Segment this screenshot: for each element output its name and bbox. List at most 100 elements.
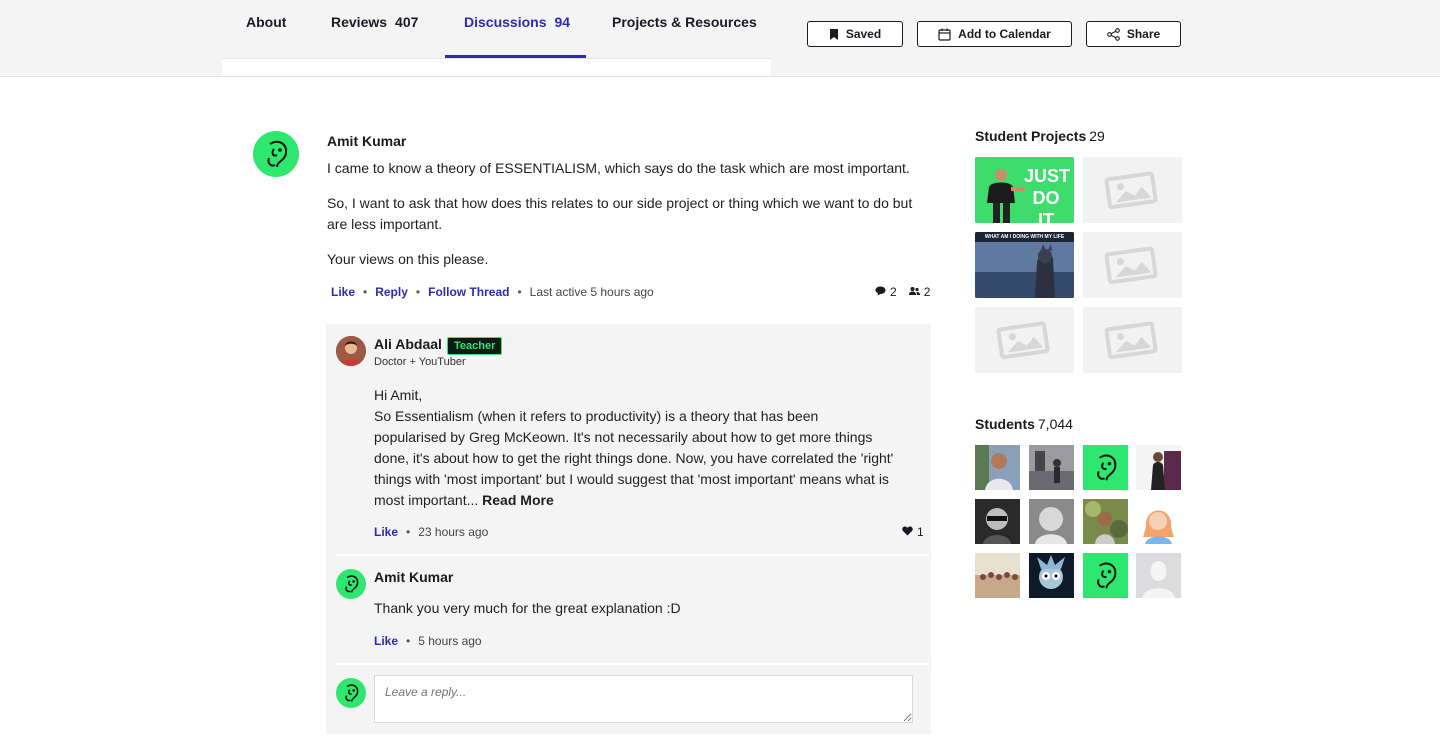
tab-reviews[interactable]: Reviews 407 xyxy=(331,14,418,30)
student-avatar[interactable] xyxy=(1083,553,1128,598)
like-button[interactable]: Like xyxy=(374,634,398,648)
current-user-avatar xyxy=(336,678,366,708)
share-label: Share xyxy=(1126,27,1161,41)
teacher-avatar[interactable] xyxy=(336,336,366,366)
separator-dot: • xyxy=(415,285,421,299)
project-thumbnail[interactable]: JUST DO IT xyxy=(975,157,1074,223)
tab-discussions[interactable]: Discussions 94 xyxy=(464,14,570,30)
student-avatar[interactable] xyxy=(1083,445,1128,490)
student-avatar[interactable] xyxy=(975,445,1020,490)
reply-button[interactable]: Reply xyxy=(375,285,408,299)
project-placeholder[interactable] xyxy=(1083,307,1182,373)
follow-thread-button[interactable]: Follow Thread xyxy=(428,285,509,299)
project-placeholder[interactable] xyxy=(1083,232,1182,298)
tab-about[interactable]: About xyxy=(246,14,286,30)
active-tab-indicator xyxy=(445,55,586,58)
calendar-label: Add to Calendar xyxy=(958,27,1051,41)
post-author-name[interactable]: Amit Kumar xyxy=(327,133,406,149)
face-logo-icon xyxy=(1083,553,1128,598)
tab-label: About xyxy=(246,14,287,30)
author-avatar[interactable] xyxy=(253,131,299,177)
comment-icon xyxy=(875,285,886,299)
image-placeholder-icon xyxy=(1104,171,1157,210)
student-avatar[interactable] xyxy=(975,553,1020,598)
default-avatar-icon xyxy=(1136,553,1181,598)
student-projects-count: 29 xyxy=(1089,128,1105,144)
project-thumbnail-text: WHAT AM I DOING WITH MY LIFE xyxy=(984,234,1065,240)
read-more-link[interactable]: Read More xyxy=(482,492,554,508)
student-photo xyxy=(1083,499,1128,544)
face-logo-icon xyxy=(1083,445,1128,490)
student-avatar[interactable] xyxy=(1083,499,1128,544)
student-avatar[interactable] xyxy=(1136,445,1181,490)
project-placeholder[interactable] xyxy=(975,307,1074,373)
tab-count: 407 xyxy=(395,14,419,30)
post-paragraph: I came to know a theory of ESSENTIALISM,… xyxy=(327,160,910,176)
separator-dot: • xyxy=(406,634,411,648)
project-thumbnail-text: JUST DO IT xyxy=(1024,166,1071,223)
tab-label: Projects & Resources xyxy=(612,14,757,30)
student-photo xyxy=(975,445,1020,490)
reply-author-subtitle: Doctor + YouTuber xyxy=(374,356,466,368)
reply-divider xyxy=(336,554,929,556)
reply-actions: Like • 5 hours ago xyxy=(374,634,482,648)
image-placeholder-icon xyxy=(1104,321,1157,360)
student-avatar[interactable] xyxy=(1029,499,1074,544)
share-button[interactable]: Share xyxy=(1086,21,1181,47)
post-paragraph: So, I want to ask that how does this rel… xyxy=(327,195,913,232)
students-title: Students xyxy=(975,416,1035,432)
reply-input[interactable] xyxy=(374,675,913,723)
separator-dot: • xyxy=(517,285,522,299)
student-avatar[interactable] xyxy=(1029,553,1074,598)
reply-likes: 1 xyxy=(902,525,924,539)
like-button[interactable]: Like xyxy=(331,285,355,299)
top-bar: About Reviews 407 Discussions 94 Projects … xyxy=(0,0,1440,77)
student-avatar-default[interactable] xyxy=(1136,553,1181,598)
student-avatar[interactable] xyxy=(1136,499,1181,544)
student-avatar[interactable] xyxy=(1029,445,1074,490)
followers-count: 2 xyxy=(923,285,931,299)
student-photo xyxy=(1029,499,1074,544)
reply-divider xyxy=(336,663,929,665)
saved-button[interactable]: Saved xyxy=(807,21,903,47)
project-thumbnail[interactable]: WHAT AM I DOING WITH MY LIFE xyxy=(975,232,1074,298)
followers-icon xyxy=(908,285,920,299)
student-avatar[interactable] xyxy=(975,499,1020,544)
image-placeholder-icon xyxy=(1104,246,1157,285)
project-image xyxy=(975,232,1074,298)
reply-author-name[interactable]: Amit Kumar xyxy=(374,569,453,585)
reply-actions: Like • 23 hours ago xyxy=(374,525,488,539)
like-button[interactable]: Like xyxy=(374,525,398,539)
reply-author-avatar[interactable] xyxy=(336,569,366,599)
reply-author-name[interactable]: Ali Abdaal xyxy=(374,336,442,352)
student-projects-title: Student Projects xyxy=(975,128,1087,144)
reply-body: Thank you very much for the great explan… xyxy=(374,600,681,616)
students-count: 7,044 xyxy=(1037,416,1073,432)
bookmark-icon xyxy=(829,28,839,41)
add-to-calendar-button[interactable]: Add to Calendar xyxy=(917,21,1072,47)
thread-stats: 2 2 xyxy=(875,285,930,299)
tab-count: 94 xyxy=(554,14,571,30)
tabs-divider xyxy=(222,58,771,76)
comment-count: 2 xyxy=(890,285,897,299)
class-tabs: About Reviews 407 Discussions 94 Projects … xyxy=(222,0,771,77)
image-placeholder-icon xyxy=(996,321,1049,360)
face-logo-icon xyxy=(345,575,359,593)
saved-label: Saved xyxy=(845,27,882,41)
like-count: 1 xyxy=(917,525,924,539)
heart-icon[interactable] xyxy=(902,525,913,539)
student-photo xyxy=(1136,499,1181,544)
reply-body-text: So Essentialism (when it refers to produ… xyxy=(374,408,894,508)
face-logo-icon xyxy=(267,140,288,168)
reply-time: 23 hours ago xyxy=(418,525,489,539)
reply-body: So Essentialism (when it refers to produ… xyxy=(374,406,894,511)
project-placeholder[interactable] xyxy=(1083,157,1182,223)
student-photo xyxy=(1029,445,1074,490)
reply-greeting: Hi Amit, xyxy=(374,387,423,403)
face-logo-icon xyxy=(345,684,359,702)
post-paragraph: Your views on this please. xyxy=(327,251,489,267)
student-photo xyxy=(1136,445,1181,490)
student-photo xyxy=(975,553,1020,598)
tab-projects-resources[interactable]: Projects & Resources xyxy=(612,14,757,30)
student-photo xyxy=(1029,553,1074,598)
